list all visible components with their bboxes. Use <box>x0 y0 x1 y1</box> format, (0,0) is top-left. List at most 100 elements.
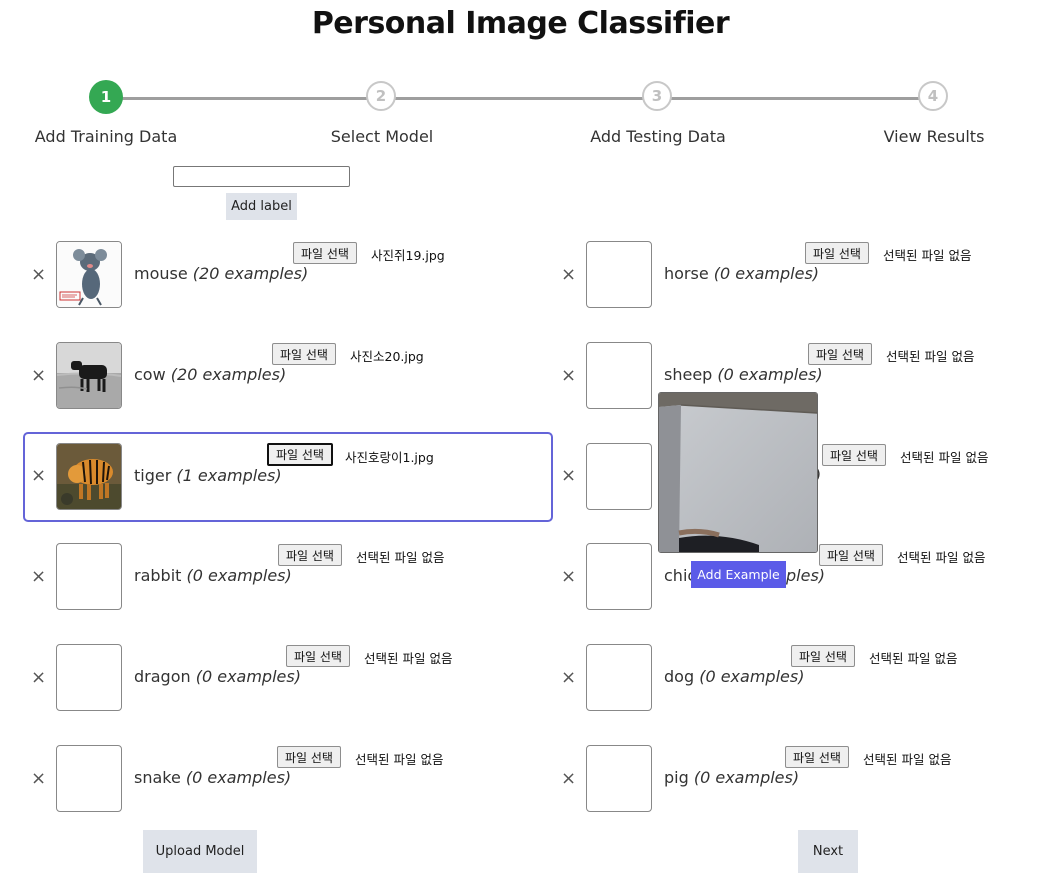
class-name: horse <box>664 264 709 283</box>
class-label-snake: snake (0 examples) <box>134 768 291 787</box>
step-3-circle[interactable]: 3 <box>642 81 672 111</box>
example-count: (0 examples) <box>717 365 823 384</box>
class-label-cow: cow (20 examples) <box>134 365 286 384</box>
class-name: sheep <box>664 365 713 384</box>
class-label-sheep: sheep (0 examples) <box>664 365 823 384</box>
cow-image <box>57 343 121 408</box>
add-example-button[interactable]: Add Example <box>691 561 786 588</box>
class-thumbnail-cow <box>56 342 122 409</box>
example-count: (1 examples) <box>176 466 282 485</box>
example-count: ples) <box>786 566 826 585</box>
file-select-button-row[interactable]: 파일 선택 <box>822 444 886 466</box>
mouse-image <box>57 242 121 307</box>
class-label-dog: dog (0 examples) <box>664 667 804 686</box>
class-label-pig: pig (0 examples) <box>664 768 799 787</box>
file-select-button-sheep[interactable]: 파일 선택 <box>808 343 872 365</box>
remove-class-sheep-icon[interactable]: × <box>561 365 576 386</box>
class-thumbnail-tiger <box>56 443 122 510</box>
class-label-dragon: dragon (0 examples) <box>134 667 301 686</box>
step-2-circle[interactable]: 2 <box>366 81 396 111</box>
example-count: (0 examples) <box>186 566 292 585</box>
file-name-horse: 선택된 파일 없음 <box>883 248 972 263</box>
class-name: snake <box>134 768 181 787</box>
remove-class-dragon-icon[interactable]: × <box>31 667 46 688</box>
file-select-button-dragon[interactable]: 파일 선택 <box>286 645 350 667</box>
remove-class-chicken-icon[interactable]: × <box>561 566 576 587</box>
class-name: mouse <box>134 264 188 283</box>
file-select-button-rabbit[interactable]: 파일 선택 <box>278 544 342 566</box>
class-thumbnail-chicken <box>586 543 652 610</box>
class-thumbnail-horse <box>586 241 652 308</box>
example-count: (20 examples) <box>192 264 309 283</box>
file-name-tiger: 사진호랑이1.jpg <box>345 450 434 465</box>
class-count-chicken: ples) <box>786 566 825 585</box>
file-name-sheep: 선택된 파일 없음 <box>886 349 975 364</box>
class-label-horse: horse (0 examples) <box>664 264 819 283</box>
file-name-snake: 선택된 파일 없음 <box>355 752 444 767</box>
class-thumbnail-snake <box>56 745 122 812</box>
class-thumbnail-dog <box>586 644 652 711</box>
file-select-button-tiger[interactable]: 파일 선택 <box>267 443 333 466</box>
file-name-dragon: 선택된 파일 없음 <box>364 651 453 666</box>
file-select-button-pig[interactable]: 파일 선택 <box>785 746 849 768</box>
remove-class-tiger-icon[interactable]: × <box>31 465 46 486</box>
file-select-button-chicken[interactable]: 파일 선택 <box>819 544 883 566</box>
class-thumbnail-sheep <box>586 342 652 409</box>
file-select-button-cow[interactable]: 파일 선택 <box>272 343 336 365</box>
file-select-button-snake[interactable]: 파일 선택 <box>277 746 341 768</box>
label-name-input[interactable] <box>173 166 350 187</box>
step-1-label: Add Training Data <box>34 127 178 146</box>
example-count: (0 examples) <box>713 264 820 283</box>
class-label-tiger: tiger (1 examples) <box>134 466 282 485</box>
class-thumbnail-rabbit <box>56 543 122 610</box>
tiger-image <box>57 444 121 509</box>
class-name: dragon <box>134 667 191 686</box>
class-label-mouse: mouse (20 examples) <box>134 264 308 283</box>
step-4-circle[interactable]: 4 <box>918 81 948 111</box>
class-name: dog <box>664 667 695 686</box>
file-name-dog: 선택된 파일 없음 <box>869 651 958 666</box>
file-name-cow: 사진소20.jpg <box>350 349 424 364</box>
step-4-label: View Results <box>883 127 985 146</box>
remove-class-row-icon[interactable]: × <box>561 465 576 486</box>
class-name: cow <box>134 365 166 384</box>
stepper-track <box>106 97 934 100</box>
example-count: (0 examples) <box>693 768 800 787</box>
class-thumbnail-dragon <box>56 644 122 711</box>
file-select-button-mouse[interactable]: 파일 선택 <box>293 242 357 264</box>
remove-class-mouse-icon[interactable]: × <box>31 264 46 285</box>
file-select-button-dog[interactable]: 파일 선택 <box>791 645 855 667</box>
upload-model-button[interactable]: Upload Model <box>143 830 257 873</box>
webcam-feed-image <box>659 393 817 552</box>
class-label-rabbit: rabbit (0 examples) <box>134 566 292 585</box>
step-3-label: Add Testing Data <box>590 127 726 146</box>
file-name-mouse: 사진쥐19.jpg <box>371 248 445 263</box>
add-label-button[interactable]: Add label <box>226 193 297 220</box>
remove-class-horse-icon[interactable]: × <box>561 264 576 285</box>
file-name-chicken: 선택된 파일 없음 <box>897 550 986 565</box>
step-2-label: Select Model <box>330 127 434 146</box>
step-1-circle[interactable]: 1 <box>89 80 123 114</box>
file-name-rabbit: 선택된 파일 없음 <box>356 550 445 565</box>
remove-class-rabbit-icon[interactable]: × <box>31 566 46 587</box>
example-count: (0 examples) <box>195 667 301 686</box>
remove-class-dog-icon[interactable]: × <box>561 667 576 688</box>
class-thumbnail <box>586 443 652 510</box>
example-count: (20 examples) <box>170 365 287 384</box>
remove-class-snake-icon[interactable]: × <box>31 768 46 789</box>
class-name: tiger <box>134 466 172 485</box>
next-button[interactable]: Next <box>798 830 858 873</box>
example-count: (0 examples) <box>185 768 292 787</box>
remove-class-cow-icon[interactable]: × <box>31 365 46 386</box>
class-name: rabbit <box>134 566 182 585</box>
class-thumbnail-pig <box>586 745 652 812</box>
class-thumbnail-mouse <box>56 241 122 308</box>
class-name: pig <box>664 768 689 787</box>
page-title: Personal Image Classifier <box>311 6 730 41</box>
file-name-row: 선택된 파일 없음 <box>900 450 989 465</box>
webcam-preview <box>658 392 818 553</box>
file-select-button-horse[interactable]: 파일 선택 <box>805 242 869 264</box>
file-name-pig: 선택된 파일 없음 <box>863 752 952 767</box>
example-count: (0 examples) <box>699 667 805 686</box>
remove-class-pig-icon[interactable]: × <box>561 768 576 789</box>
